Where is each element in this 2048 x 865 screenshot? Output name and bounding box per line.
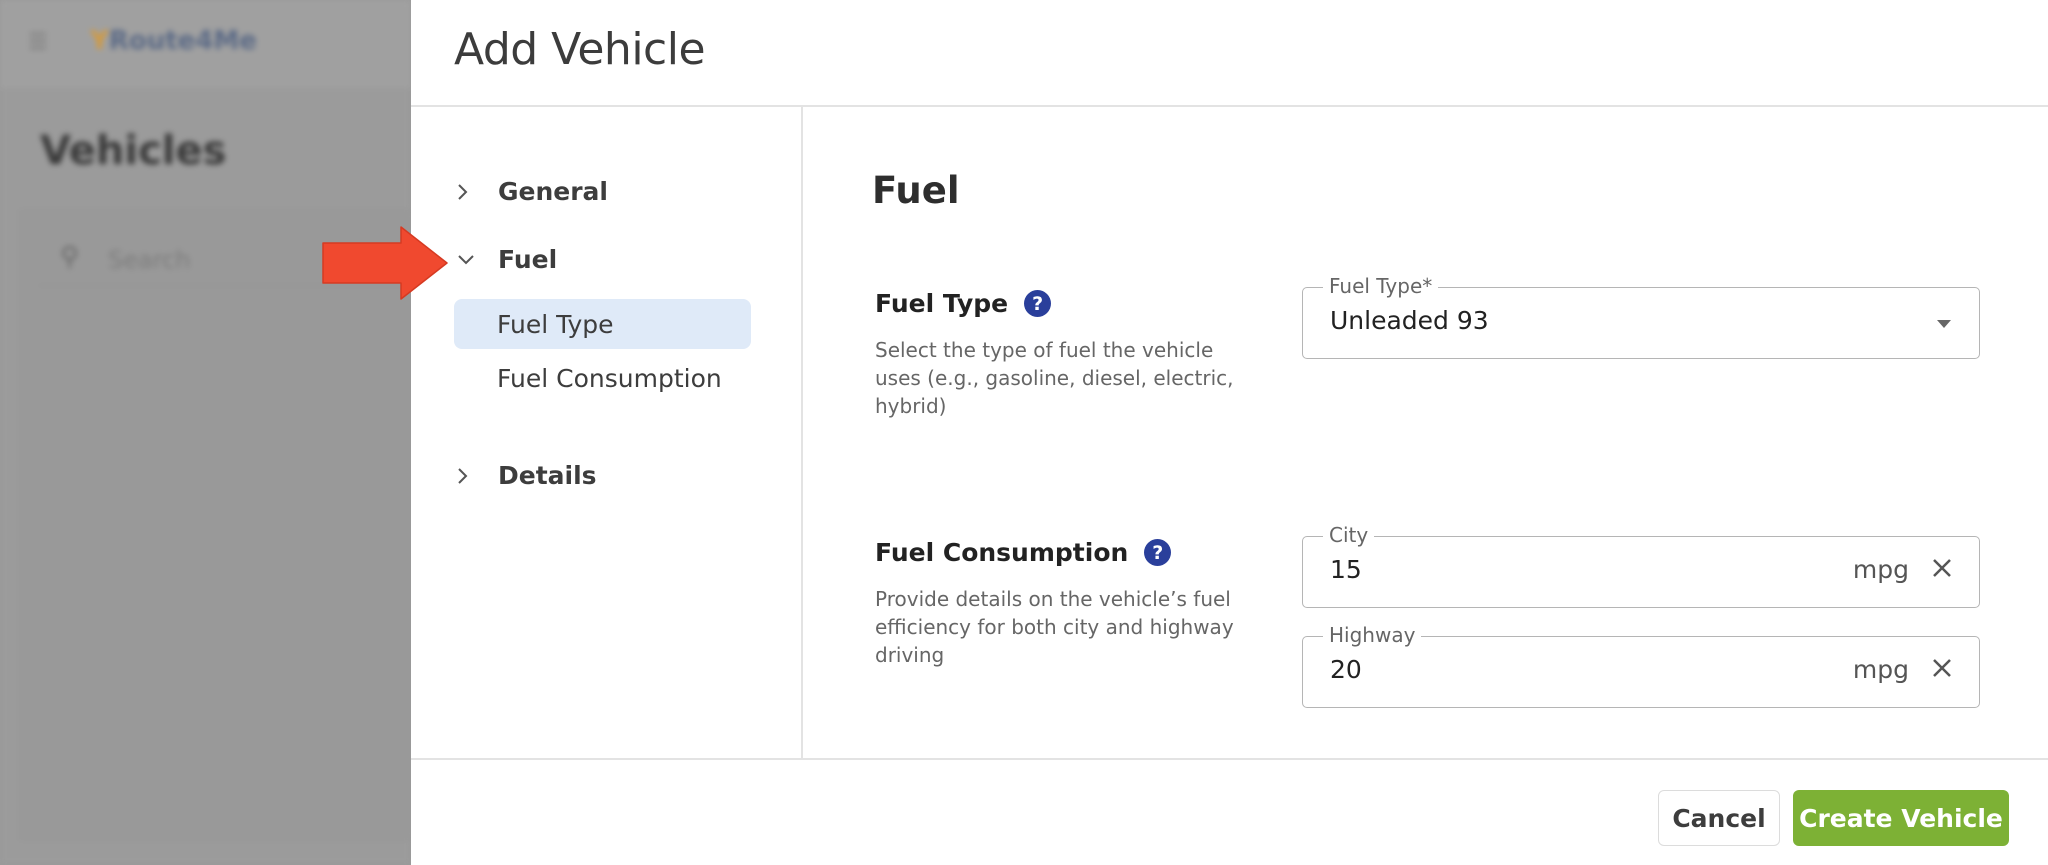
form-content: Fuel Fuel Type ? Select the type of fuel… [805,107,2048,760]
section-title: Fuel [872,169,960,212]
nav-item-fuel-type[interactable]: Fuel Type [454,299,751,349]
drawer-title: Add Vehicle [454,24,706,75]
highway-mpg-field: Highway mpg [1302,622,1980,708]
chevron-right-icon [456,466,486,486]
help-icon[interactable]: ? [1144,539,1172,566]
app-logo: YRoute4Me [90,26,257,56]
fuel-consumption-label: Fuel Consumption ? [875,538,1172,567]
city-mpg-field: City mpg [1302,522,1980,608]
nav-group-label: General [498,177,608,206]
hamburger-menu-icon: ☰ [28,30,48,55]
fuel-type-select-label: Fuel Type* [1323,273,1439,299]
fuel-type-label-text: Fuel Type [875,289,1009,318]
section-nav: General Fuel Fuel Type Fuel Consumption … [411,107,803,760]
create-vehicle-button[interactable]: Create Vehicle [1793,790,2009,846]
help-icon[interactable]: ? [1024,290,1052,317]
clear-highway-icon[interactable] [1927,653,1957,683]
city-mpg-unit: mpg [1852,555,1909,584]
nav-group-details[interactable]: Details [456,461,597,490]
drawer-header: Add Vehicle [411,0,2048,107]
chevron-down-icon [456,253,486,267]
background-app: ☰ YRoute4Me Vehicles ⚲ Search [0,0,420,865]
background-search-placeholder: Search [108,246,191,274]
fuel-consumption-label-text: Fuel Consumption [875,538,1129,567]
fuel-type-label: Fuel Type ? [875,289,1052,318]
dropdown-arrow-icon [1937,320,1951,328]
search-icon: ⚲ [60,242,80,272]
add-vehicle-drawer: Add Vehicle General Fuel Fuel Type Fuel … [411,0,2048,865]
chevron-right-icon [456,182,486,202]
drawer-footer: Cancel Create Vehicle [411,758,2048,865]
background-page-title: Vehicles [40,128,227,174]
highway-mpg-unit: mpg [1852,655,1909,684]
highway-mpg-label: Highway [1323,622,1422,648]
nav-group-label: Details [498,461,597,490]
fuel-type-select-value: Unleaded 93 [1330,306,1489,335]
background-card [20,210,420,840]
highway-mpg-input[interactable] [1330,655,1830,684]
nav-group-fuel[interactable]: Fuel [456,245,557,274]
annotation-arrow-icon [322,226,448,300]
fuel-type-description: Select the type of fuel the vehicle uses… [875,338,1234,418]
cancel-button[interactable]: Cancel [1658,790,1780,846]
nav-item-fuel-consumption[interactable]: Fuel Consumption [454,353,751,403]
city-mpg-input[interactable] [1330,555,1830,584]
fuel-type-select[interactable]: Fuel Type* Unleaded 93 [1302,273,1980,359]
clear-city-icon[interactable] [1927,553,1957,583]
fuel-consumption-description: Provide details on the vehicle’s fuel ef… [875,587,1234,667]
nav-group-label: Fuel [498,245,558,274]
nav-group-general[interactable]: General [456,177,608,206]
city-mpg-label: City [1323,522,1375,548]
